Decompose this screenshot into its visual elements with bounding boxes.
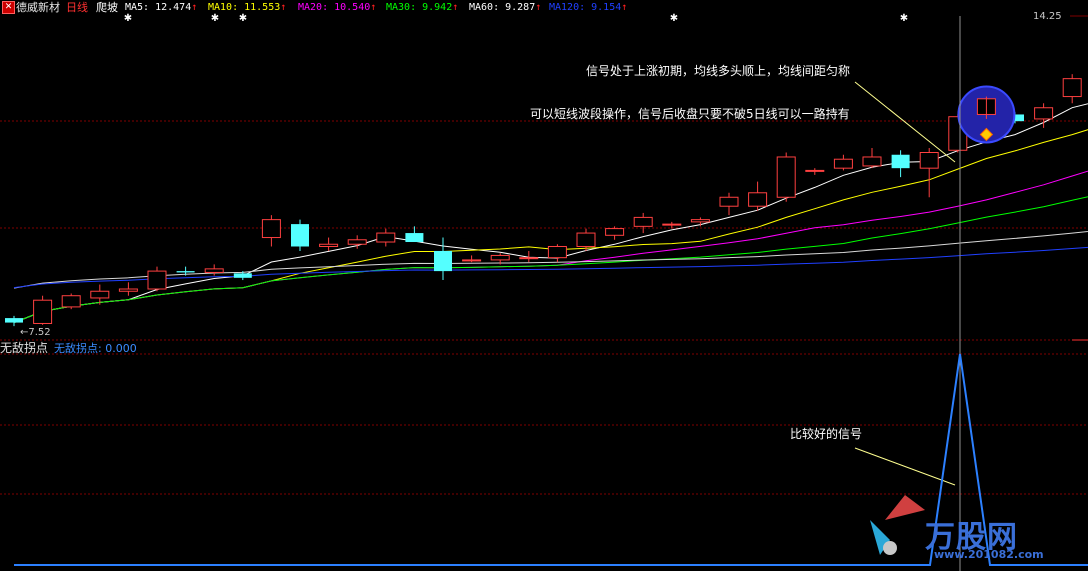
candle-up [776,156,796,198]
ma5-arrow: ↑ [191,2,198,13]
watermark-arrow-icon [885,495,925,520]
watermark-url: www.201082.com [934,548,1044,561]
candle-up [376,232,396,243]
candle-up [547,245,567,259]
annotation-good-signal: 比较好的信号 [790,427,863,441]
chart-header: ✕ 德威新材 日线 爬坡 MA5: 12.474↑ MA10: 11.553↑ … [0,0,1088,16]
formula-name[interactable]: 爬坡 [96,0,118,15]
candle-up [662,223,682,226]
candle-down [5,318,23,323]
candle-up [118,288,138,292]
candle-up [605,228,625,236]
ma60-value: MA60: 9.287↑ [469,0,541,15]
ma20-arrow: ↑ [370,2,377,13]
candle-up [462,259,482,262]
candle-up [1062,78,1082,98]
candle-up [347,239,367,245]
ma20-label: MA20: 10.540 [298,2,371,13]
candle-up [833,158,853,169]
candle-up [633,216,653,227]
stock-close-icon[interactable]: ✕ [2,1,15,14]
ma60-arrow: ↑ [535,2,542,13]
annotation-leader [854,81,956,163]
candle-up [147,270,167,290]
candle-up [204,268,224,273]
candle-up [90,290,110,299]
annotation-signal-stage: 信号处于上涨初期，均线多头顺上，均线间距匀称 [586,64,851,78]
ma10-arrow: ↑ [280,2,287,13]
candle-down [891,154,910,169]
candle-up [319,243,339,247]
candle-down [233,273,252,278]
ma30-arrow: ↑ [452,2,459,13]
candle-up [805,169,825,172]
candle-up [862,156,882,167]
candle-up [719,196,739,207]
watermark-figure-icon [883,541,897,555]
period-label[interactable]: 日线 [66,0,88,15]
candle-down [434,250,452,272]
stock-name[interactable]: 德威新材 [16,0,60,15]
candle-up [519,257,539,260]
candle-down [405,233,424,243]
ma30-value: MA30: 9.942↑ [386,0,458,15]
ma10-label: MA10: 11.553 [208,2,281,13]
price-low-label: ←7.52 [20,327,51,338]
ma30-label: MA30: 9.942 [386,2,453,13]
candle-up [576,232,596,247]
ma20-line [13,170,1088,324]
candle-up [919,152,939,169]
annotation-leader [854,447,956,486]
indicator-value: 无敌拐点: 0.000 [54,342,137,355]
candle-up [748,192,768,207]
candle-up [61,295,81,308]
ma120-value: MA120: 9.154↑ [549,0,627,15]
ma20-value: MA20: 10.540↑ [298,0,376,15]
ma10-value: MA10: 11.553↑ [208,0,286,15]
ma5-value: MA5: 12.474↑ [125,0,197,15]
ma60-label: MA60: 9.287 [469,2,536,13]
ma5-label: MA5: 12.474 [125,2,192,13]
indicator-title[interactable]: 无敌拐点 [0,339,48,356]
candle-down [176,271,195,273]
kline-chart[interactable]: ✱ ✱ ✱ ✱ ✱ [0,0,1088,571]
ma120-arrow: ↑ [621,2,628,13]
ma120-label: MA120: 9.154 [549,2,622,13]
candle-down [291,224,309,247]
candle-up [490,254,510,261]
candle-up [33,299,53,324]
candle-up [690,219,710,223]
candle-up [261,219,281,239]
candle-up [1034,107,1054,120]
annotation-hold-rule: 可以短线波段操作，信号后收盘只要不破5日线可以一路持有 [530,107,850,121]
price-low-value: 7.52 [28,327,51,338]
price-high-label: 14.25 [1033,11,1062,22]
